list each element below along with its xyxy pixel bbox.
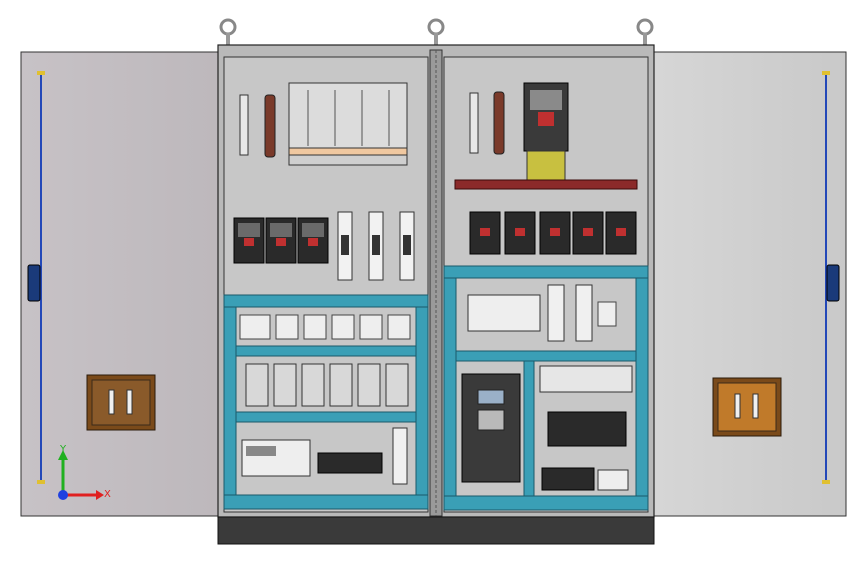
terminal-strip-right	[469, 92, 479, 154]
duct-horizontal-right-2	[443, 495, 649, 511]
duct-horizontal-left-1	[223, 294, 429, 308]
door-latch-right[interactable]	[826, 264, 840, 302]
vfd-drive[interactable]	[461, 373, 521, 483]
door-latch-left[interactable]	[27, 264, 41, 302]
terminal-block-right-2[interactable]	[541, 467, 595, 491]
busbar-horizontal-right	[454, 179, 638, 190]
main-switch-left[interactable]	[288, 82, 408, 166]
axis-x-label: X	[104, 489, 111, 500]
terminal-block-right-3[interactable]	[597, 469, 629, 491]
hinge-top-left	[37, 71, 45, 75]
duct-vertical-left-2	[415, 306, 429, 496]
relay-row-right[interactable]	[539, 365, 633, 393]
door-handle-right[interactable]	[712, 377, 782, 437]
cad-viewport[interactable]: Y X	[0, 0, 867, 562]
duct-vertical-right-1	[443, 277, 457, 497]
breaker-2	[265, 217, 297, 264]
lifting-eyes	[219, 18, 654, 45]
busbar-vertical-right	[493, 91, 505, 155]
busbar-vertical-left	[264, 94, 276, 158]
breaker-1	[233, 217, 265, 264]
axis-y-label: Y	[59, 444, 67, 455]
hinge-bottom-right	[822, 480, 830, 484]
duct-horizontal-left-2	[223, 494, 429, 510]
duct-vertical-right-2	[635, 277, 649, 497]
hinge-top-right	[822, 71, 830, 75]
breaker-3	[297, 217, 329, 264]
right-door[interactable]	[653, 51, 847, 517]
terminal-block-right-1[interactable]	[547, 411, 627, 447]
cabinet-plinth	[217, 516, 655, 545]
main-breaker-right[interactable]	[523, 82, 569, 152]
left-door[interactable]	[20, 51, 219, 517]
fuse-holders-left[interactable]	[337, 211, 415, 281]
hinge-bottom-left	[37, 480, 45, 484]
duct-horizontal-right-1	[443, 265, 649, 279]
duct-vertical-left-1	[223, 306, 237, 496]
breaker-group-left[interactable]	[233, 217, 329, 264]
axis-z-icon	[58, 490, 68, 500]
breaker-group-right[interactable]	[469, 211, 637, 255]
door-handle-left[interactable]	[86, 374, 156, 431]
terminal-strip-left	[239, 94, 249, 156]
